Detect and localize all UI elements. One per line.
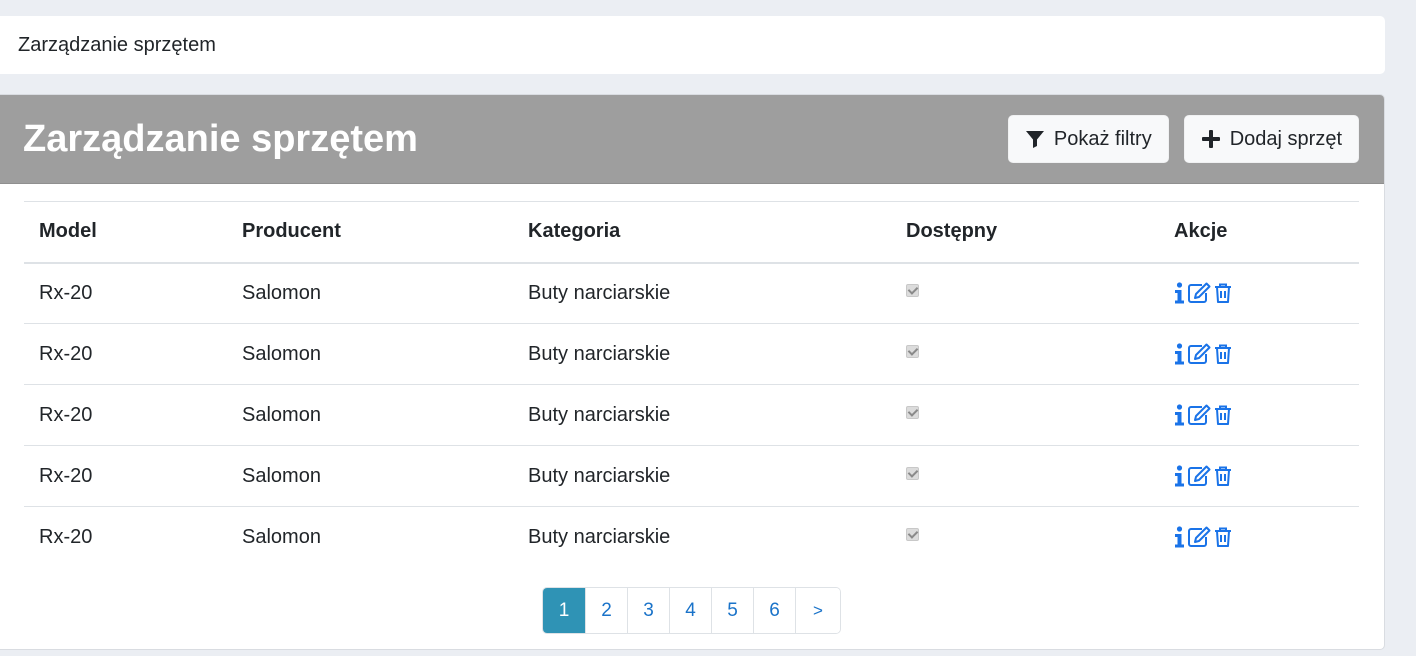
info-icon[interactable] — [1174, 282, 1185, 304]
cell-category: Buty narciarskie — [528, 464, 671, 487]
breadcrumb-label: Zarządzanie sprzętem — [18, 33, 216, 56]
cell-category: Buty narciarskie — [528, 281, 671, 304]
row-actions — [1174, 404, 1359, 426]
row-actions — [1174, 343, 1359, 365]
available-checkbox — [906, 283, 919, 297]
cell-producer: Salomon — [242, 525, 321, 548]
trash-icon[interactable] — [1213, 282, 1233, 304]
breadcrumb: Zarządzanie sprzętem — [0, 16, 1385, 74]
page-5-button[interactable]: 5 — [711, 588, 753, 633]
column-header-producer: Producent — [242, 220, 341, 243]
trash-icon[interactable] — [1213, 465, 1233, 487]
cell-model: Rx-20 — [39, 525, 93, 548]
filter-icon — [1025, 131, 1044, 148]
cell-available — [891, 324, 1159, 385]
table-row: Rx-20 Salomon Buty narciarskie — [24, 385, 1359, 446]
page-1-button[interactable]: 1 — [543, 588, 585, 633]
cell-actions — [1159, 385, 1359, 446]
cell-available — [891, 507, 1159, 568]
cell-producer: Salomon — [242, 464, 321, 487]
info-icon[interactable] — [1174, 404, 1185, 426]
equipment-card: Zarządzanie sprzętem Pokaż filtry Dodaj … — [0, 94, 1385, 650]
table-row: Rx-20 Salomon Buty narciarskie — [24, 263, 1359, 324]
plus-icon — [1201, 130, 1220, 148]
page-4-button[interactable]: 4 — [669, 588, 711, 633]
table-row: Rx-20 Salomon Buty narciarskie — [24, 446, 1359, 507]
page-title: Zarządzanie sprzętem — [23, 117, 418, 160]
column-header-category: Kategoria — [528, 220, 621, 243]
info-icon[interactable] — [1174, 465, 1185, 487]
cell-category: Buty narciarskie — [528, 403, 671, 426]
table-header-row: Model Producent Kategoria Dostępny Akcje — [24, 201, 1359, 263]
column-header-actions: Akcje — [1174, 220, 1228, 243]
card-header: Zarządzanie sprzętem Pokaż filtry Dodaj … — [0, 95, 1384, 184]
cell-actions — [1159, 263, 1359, 324]
table-row: Rx-20 Salomon Buty narciarskie — [24, 324, 1359, 385]
cell-model: Rx-20 — [39, 403, 93, 426]
cell-available — [891, 446, 1159, 507]
info-icon[interactable] — [1174, 526, 1185, 548]
trash-icon[interactable] — [1213, 343, 1233, 365]
pagination: 1 2 3 4 5 6 > — [542, 587, 841, 634]
cell-producer: Salomon — [242, 342, 321, 365]
edit-icon[interactable] — [1187, 526, 1211, 548]
cell-model: Rx-20 — [39, 281, 93, 304]
table-row: Rx-20 Salomon Buty narciarskie — [24, 507, 1359, 568]
add-equipment-label: Dodaj sprzęt — [1229, 127, 1342, 150]
available-checkbox — [906, 344, 919, 358]
show-filters-button[interactable]: Pokaż filtry — [1007, 115, 1169, 163]
available-checkbox — [906, 466, 919, 480]
trash-icon[interactable] — [1213, 526, 1233, 548]
cell-actions — [1159, 507, 1359, 568]
edit-icon[interactable] — [1187, 465, 1211, 487]
equipment-table: Model Producent Kategoria Dostępny Akcje… — [24, 201, 1359, 568]
cell-actions — [1159, 324, 1359, 385]
table-body: Rx-20 Salomon Buty narciarskie Rx-20 Salomon… — [24, 263, 1359, 568]
edit-icon[interactable] — [1187, 343, 1211, 365]
edit-icon[interactable] — [1187, 282, 1211, 304]
next-page-button[interactable]: > — [795, 588, 840, 633]
available-checkbox — [906, 527, 919, 541]
page-6-button[interactable]: 6 — [753, 588, 795, 633]
row-actions — [1174, 465, 1359, 487]
add-equipment-button[interactable]: Dodaj sprzęt — [1183, 115, 1359, 163]
show-filters-label: Pokaż filtry — [1053, 127, 1152, 150]
page-3-button[interactable]: 3 — [627, 588, 669, 633]
cell-available — [891, 385, 1159, 446]
trash-icon[interactable] — [1213, 404, 1233, 426]
page-2-button[interactable]: 2 — [585, 588, 627, 633]
edit-icon[interactable] — [1187, 404, 1211, 426]
cell-model: Rx-20 — [39, 464, 93, 487]
header-buttons: Pokaż filtry Dodaj sprzęt — [1007, 115, 1359, 163]
cell-actions — [1159, 446, 1359, 507]
equipment-table-wrapper: Model Producent Kategoria Dostępny Akcje… — [24, 201, 1359, 568]
cell-producer: Salomon — [242, 281, 321, 304]
cell-available — [891, 263, 1159, 324]
column-header-model: Model — [39, 220, 97, 243]
cell-category: Buty narciarskie — [528, 342, 671, 365]
column-header-available: Dostępny — [906, 220, 998, 243]
available-checkbox — [906, 405, 919, 419]
info-icon[interactable] — [1174, 343, 1185, 365]
cell-producer: Salomon — [242, 403, 321, 426]
row-actions — [1174, 526, 1359, 548]
row-actions — [1174, 282, 1359, 304]
cell-model: Rx-20 — [39, 342, 93, 365]
cell-category: Buty narciarskie — [528, 525, 671, 548]
